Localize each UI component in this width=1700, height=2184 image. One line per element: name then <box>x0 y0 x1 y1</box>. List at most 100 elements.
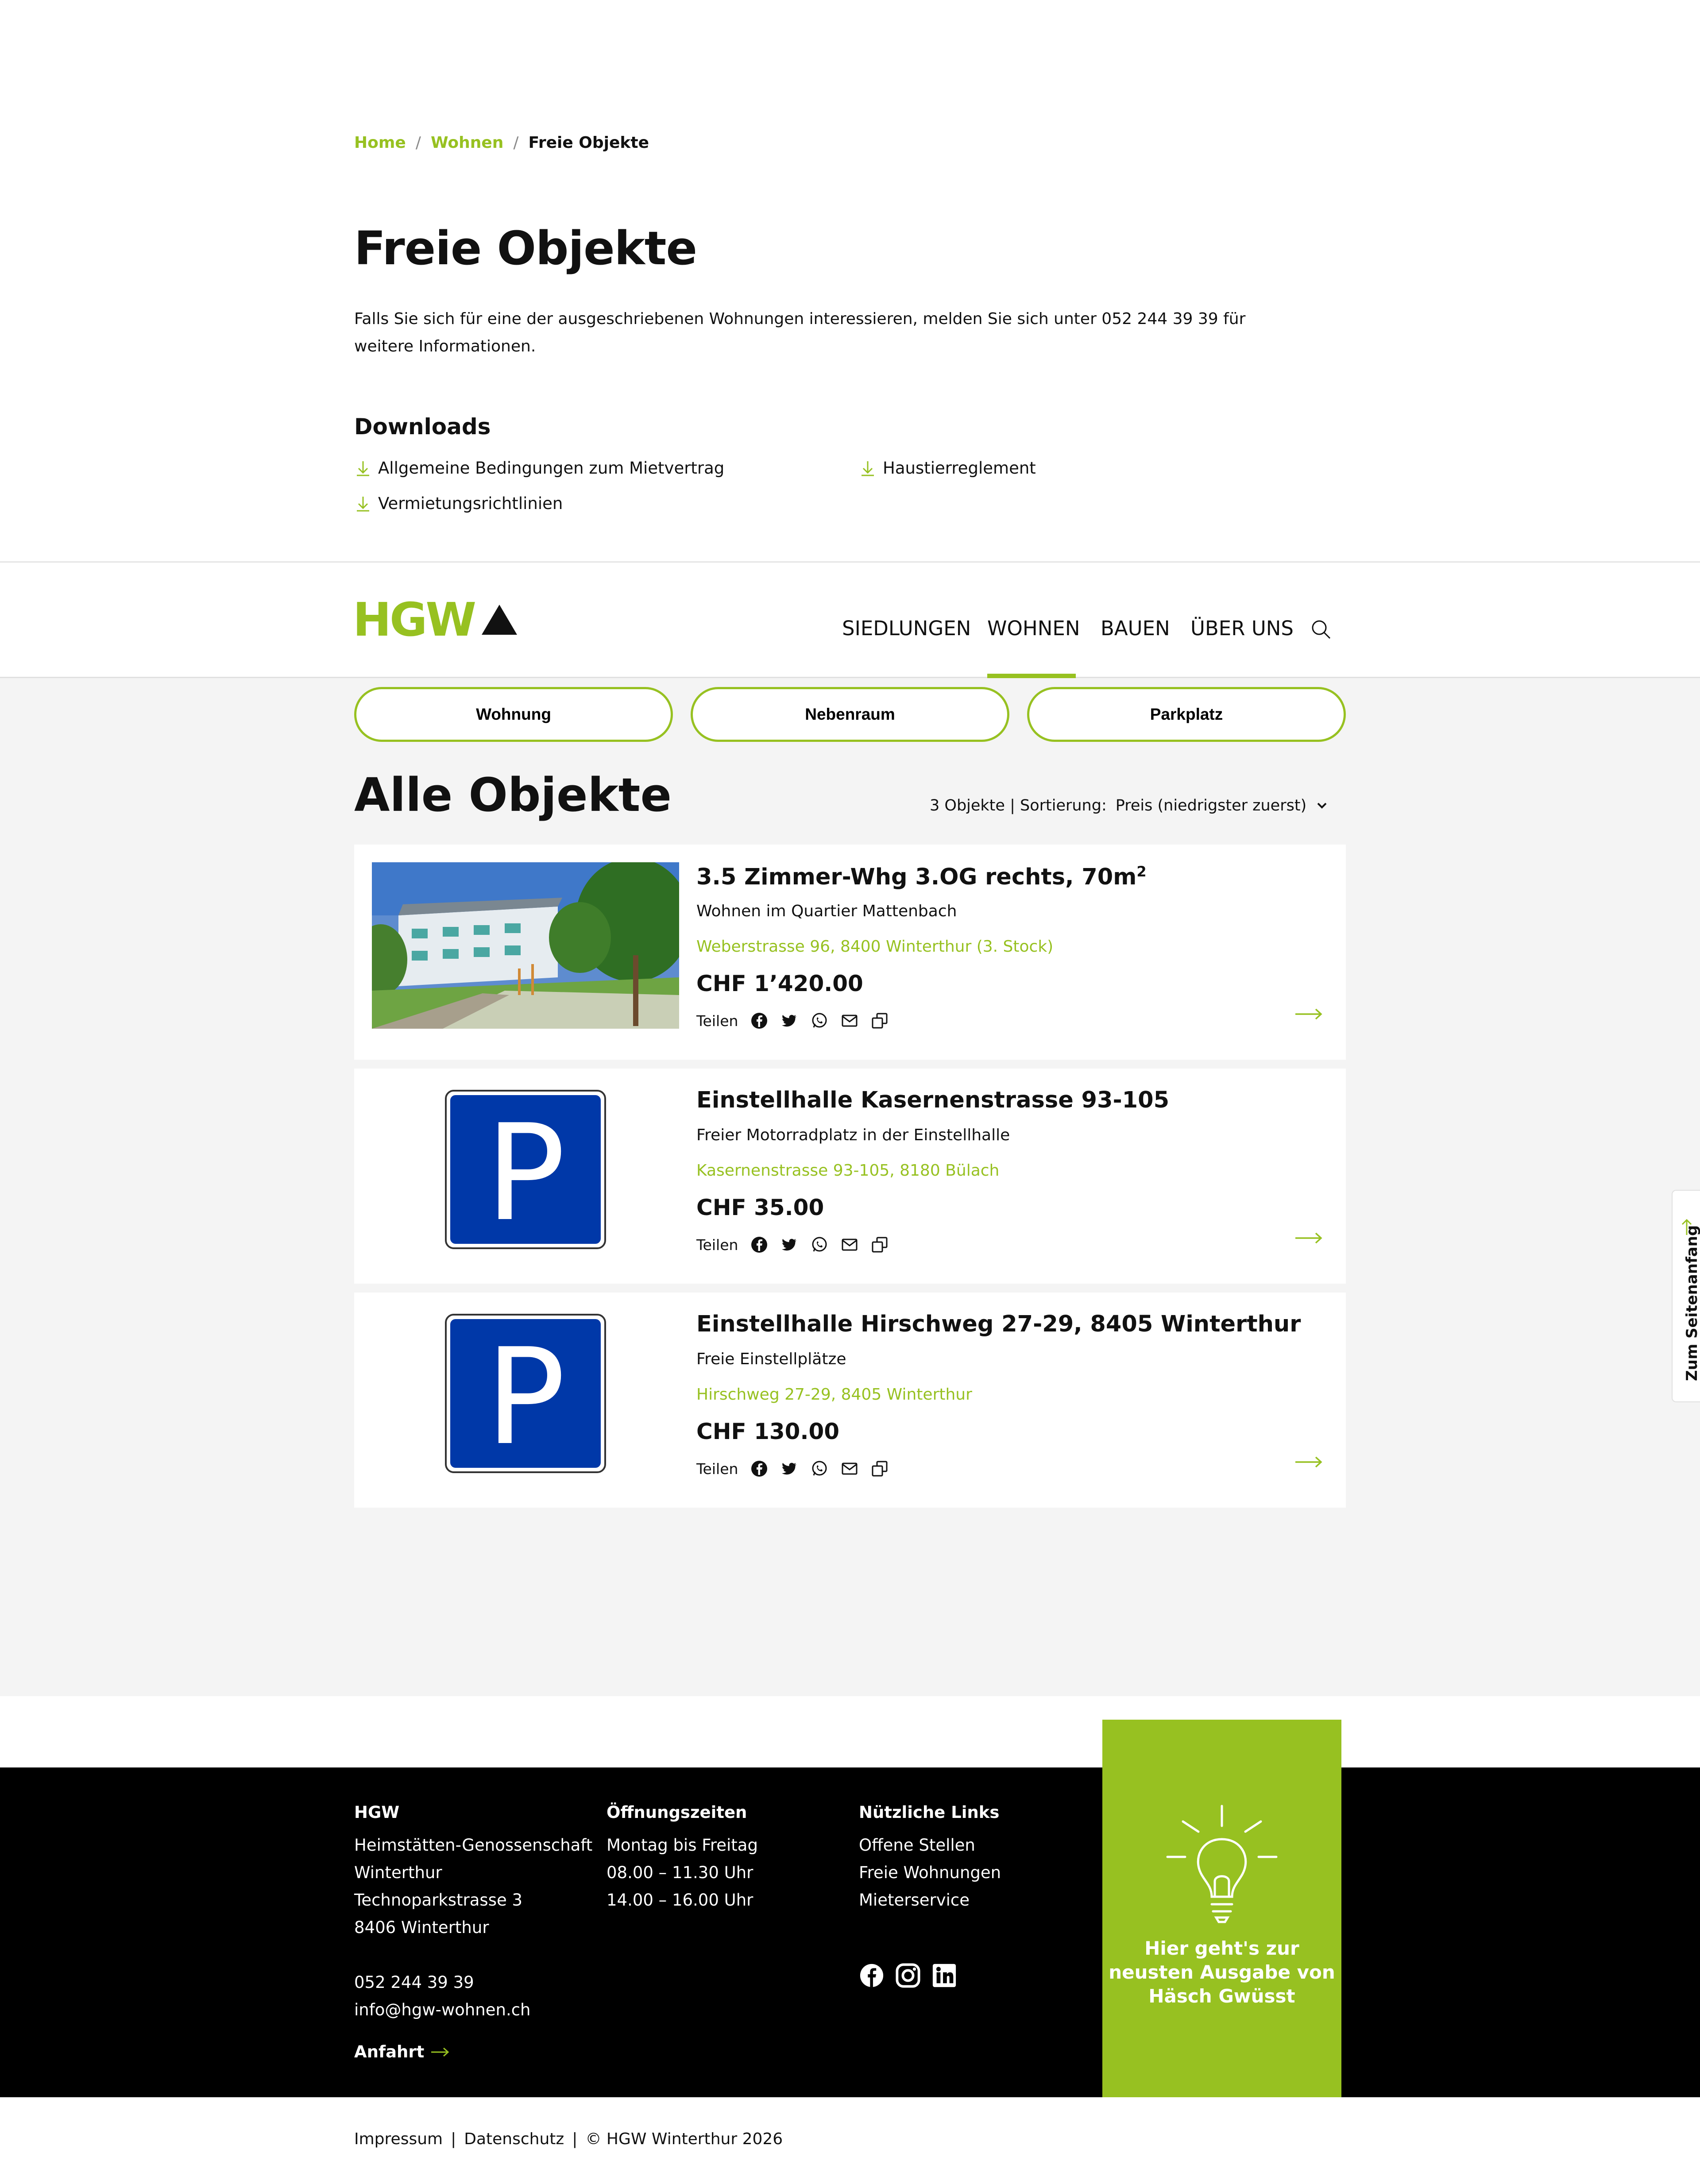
share-bar: Teilen <box>696 1012 889 1030</box>
breadcrumb-separator: / <box>513 134 519 152</box>
facebook-icon[interactable] <box>859 1963 885 1988</box>
parking-sign-icon: P <box>445 1090 606 1250</box>
lightbulb-icon <box>1166 1805 1278 1923</box>
footer-links: Offene Stellen Freie Wohnungen Mieterser… <box>859 1832 1001 1914</box>
footer-hours-heading: Öffnungszeiten <box>607 1803 747 1822</box>
download-link-label: Allgemeine Bedingungen zum Mietvertrag <box>378 459 725 478</box>
facebook-icon[interactable] <box>750 1460 768 1478</box>
copy-link-icon[interactable] <box>871 1012 889 1030</box>
legal-links: Impressum | Datenschutz | © HGW Winterth… <box>354 2130 783 2148</box>
nav-ueber-uns[interactable]: ÜBER UNS <box>1190 617 1294 640</box>
legal-separator: | <box>451 2130 456 2148</box>
listing-card[interactable]: P Einstellhalle Kasernenstrasse 93-105 F… <box>354 1069 1346 1284</box>
svg-text:P: P <box>486 1320 566 1474</box>
download-link-haustierreglement[interactable]: Haustierreglement <box>859 459 1036 478</box>
share-label: Teilen <box>696 1460 738 1478</box>
legal-separator: | <box>572 2130 578 2148</box>
arrow-right-icon[interactable] <box>1294 1007 1323 1021</box>
svg-text:P: P <box>486 1096 566 1250</box>
listing-price: CHF 1’420.00 <box>696 971 863 996</box>
download-link-vermietungsrichtlinien[interactable]: Vermietungsrichtlinien <box>354 494 563 513</box>
arrow-right-icon[interactable] <box>1294 1231 1323 1245</box>
facebook-icon[interactable] <box>750 1236 768 1254</box>
footer-address: Heimstätten-Genossenschaft Winterthur Te… <box>354 1836 593 1937</box>
filter-wohnung-button[interactable]: Wohnung <box>354 687 673 742</box>
copy-link-icon[interactable] <box>871 1236 889 1254</box>
footer-link-mieterservice[interactable]: Mieterservice <box>859 1887 1001 1914</box>
copy-link-icon[interactable] <box>871 1460 889 1478</box>
nav-active-indicator <box>987 674 1076 678</box>
listing-title[interactable]: Einstellhalle Kasernenstrasse 93-105 <box>696 1087 1169 1113</box>
building-photo <box>372 862 679 1029</box>
footer-hgw-heading: HGW <box>354 1803 400 1822</box>
twitter-icon[interactable] <box>780 1236 798 1254</box>
download-link-label: Haustierreglement <box>883 459 1036 478</box>
share-bar: Teilen <box>696 1460 889 1478</box>
nav-bauen[interactable]: BAUEN <box>1101 617 1170 640</box>
listing-title: Alle Objekte <box>354 768 672 822</box>
download-icon <box>862 461 874 476</box>
result-count: 3 Objekte | Sortierung: <box>930 797 1107 814</box>
share-label: Teilen <box>696 1012 738 1030</box>
chevron-down-icon[interactable] <box>1315 799 1329 812</box>
logo-triangle-icon <box>482 605 518 635</box>
listing-address: Kasernenstrasse 93-105, 8180 Bülach <box>696 1161 1000 1180</box>
page-title: Freie Objekte <box>354 221 697 275</box>
logo-text: HGW <box>353 593 476 647</box>
site-footer <box>0 1767 1700 2097</box>
filter-parkplatz-button[interactable]: Parkplatz <box>1027 687 1346 742</box>
sort-bar: 3 Objekte | Sortierung: Preis (niedrigst… <box>930 797 1329 814</box>
mail-icon[interactable] <box>841 1460 858 1478</box>
footer-links-heading: Nützliche Links <box>859 1803 1000 1822</box>
listing-title[interactable]: Einstellhalle Hirschweg 27-29, 8405 Wint… <box>696 1311 1301 1337</box>
mail-icon[interactable] <box>841 1236 858 1254</box>
arrow-right-icon[interactable] <box>1294 1455 1323 1469</box>
breadcrumb: Home / Wohnen / Freie Objekte <box>354 134 649 152</box>
listing-subtitle: Freie Einstellplätze <box>696 1350 846 1368</box>
download-icon <box>357 496 369 511</box>
twitter-icon[interactable] <box>780 1460 798 1478</box>
search-icon[interactable] <box>1310 619 1332 640</box>
breadcrumb-home-link[interactable]: Home <box>354 134 406 152</box>
listing-title[interactable]: 3.5 Zimmer-Whg 3.OG rechts, 70m2 <box>696 863 1147 890</box>
listing-address: Hirschweg 27-29, 8405 Winterthur <box>696 1385 972 1404</box>
nav-siedlungen[interactable]: SIEDLUNGEN <box>842 617 971 640</box>
intro-text: Falls Sie sich für eine der ausgeschrieb… <box>354 310 1246 355</box>
arrow-right-icon <box>431 2047 449 2057</box>
facebook-icon[interactable] <box>750 1012 768 1030</box>
hgw-logo[interactable]: HGW <box>353 597 518 643</box>
footer-link-offene-stellen[interactable]: Offene Stellen <box>859 1832 1001 1859</box>
promo-text[interactable]: Hier geht's zur neusten Ausgabe von Häsc… <box>1102 1937 1341 2008</box>
footer-directions-link[interactable]: Anfahrt <box>354 2042 450 2061</box>
social-links <box>859 1963 957 1988</box>
footer-hours: Montag bis Freitag 08.00 – 11.30 Uhr 14.… <box>607 1836 758 1910</box>
nav-wohnen[interactable]: WOHNEN <box>987 617 1080 640</box>
listing-card[interactable]: 3.5 Zimmer-Whg 3.OG rechts, 70m2 Wohnen … <box>354 845 1346 1060</box>
listing-price: CHF 130.00 <box>696 1419 840 1444</box>
copyright: © HGW Winterthur 2026 <box>585 2130 783 2148</box>
footer-phone-link[interactable]: 052 244 39 39 <box>354 1969 474 1996</box>
twitter-icon[interactable] <box>780 1012 798 1030</box>
download-link-label: Vermietungsrichtlinien <box>378 494 563 513</box>
downloads-heading: Downloads <box>354 414 491 440</box>
whatsapp-icon[interactable] <box>811 1236 828 1254</box>
whatsapp-icon[interactable] <box>811 1012 828 1030</box>
listing-card[interactable]: P Einstellhalle Hirschweg 27-29, 8405 Wi… <box>354 1293 1346 1508</box>
datenschutz-link[interactable]: Datenschutz <box>464 2130 564 2148</box>
directions-label: Anfahrt <box>354 2042 425 2061</box>
filter-nebenraum-button[interactable]: Nebenraum <box>691 687 1009 742</box>
sort-select[interactable]: Preis (niedrigster zuerst) <box>1116 797 1306 814</box>
whatsapp-icon[interactable] <box>811 1460 828 1478</box>
download-link-mietvertrag[interactable]: Allgemeine Bedingungen zum Mietvertrag <box>354 459 724 478</box>
mail-icon[interactable] <box>841 1012 858 1030</box>
footer-email-link[interactable]: info@hgw-wohnen.ch <box>354 1996 531 2024</box>
linkedin-icon[interactable] <box>931 1963 957 1988</box>
impressum-link[interactable]: Impressum <box>354 2130 443 2148</box>
scroll-to-top-label[interactable]: Zum Seitenanfang <box>1683 1225 1700 1381</box>
breadcrumb-current: Freie Objekte <box>528 134 649 152</box>
listing-subtitle: Freier Motorradplatz in der Einstellhall… <box>696 1126 1010 1144</box>
share-label: Teilen <box>696 1236 738 1254</box>
footer-link-freie-wohnungen[interactable]: Freie Wohnungen <box>859 1859 1001 1887</box>
breadcrumb-wohnen-link[interactable]: Wohnen <box>431 134 503 152</box>
instagram-icon[interactable] <box>895 1963 921 1988</box>
